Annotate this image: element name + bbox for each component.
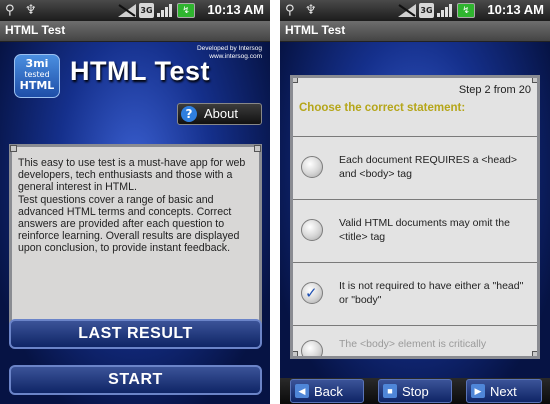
logo-brand: 3mi	[25, 57, 49, 70]
last-result-button[interactable]: LAST RESULT	[9, 319, 262, 349]
panel-corner	[10, 145, 17, 152]
signal-icon	[118, 4, 136, 17]
clock: 10:13 AM	[487, 2, 544, 17]
developer-name: Developed by Intersog	[196, 45, 262, 52]
panel-corner	[532, 78, 537, 83]
next-label: Next	[490, 384, 517, 399]
radio-icon[interactable]	[301, 340, 323, 356]
stop-label: Stop	[402, 384, 429, 399]
answer-option-2[interactable]: Valid HTML documents may omit the <title…	[293, 200, 537, 260]
status-bar: ⚲ ♆ 3G ↯ 10:13 AM	[280, 0, 550, 21]
network-3g-icon: 3G	[139, 3, 154, 18]
signal-icon	[398, 4, 416, 17]
network-3g-icon: 3G	[419, 3, 434, 18]
description-panel: This easy to use test is a must-have app…	[9, 144, 262, 341]
app-logo: 3mi tested HTML	[14, 54, 60, 98]
answer-text: Each document REQUIRES a <head> and <bod…	[339, 154, 518, 180]
home-screen: ⚲ ♆ 3G ↯ 10:13 AM HTML Test Developed by…	[0, 0, 270, 404]
stop-button[interactable]: ■ Stop	[378, 379, 452, 403]
answer-text: Valid HTML documents may omit the <title…	[339, 217, 510, 243]
answer-option-4[interactable]: The <body> element is critically	[293, 326, 537, 356]
window-title: HTML Test	[5, 23, 66, 37]
question-text: Choose the correct statement:	[299, 102, 466, 114]
app-title: HTML Test	[70, 56, 211, 86]
home-content: Developed by Intersog www.intersog.com 3…	[0, 42, 270, 404]
answer-option-3[interactable]: ✓ It is not required to have either a "h…	[293, 263, 537, 323]
back-arrow-icon: ◀	[295, 384, 309, 398]
about-label: About	[204, 106, 238, 121]
answer-text: It is not required to have either a "hea…	[339, 280, 524, 306]
answer-option-1[interactable]: Each document REQUIRES a <head> and <bod…	[293, 137, 537, 197]
cell-bars-icon	[437, 4, 452, 17]
usb-debug-icon: ♆	[305, 3, 317, 18]
answer-text: The <body> element is critically	[339, 338, 487, 350]
quiz-content: Step 2 from 20 Choose the correct statem…	[280, 42, 550, 404]
back-label: Back	[314, 384, 343, 399]
app-description: This easy to use test is a must-have app…	[18, 157, 246, 255]
window-title: HTML Test	[285, 23, 346, 37]
stop-icon: ■	[383, 384, 397, 398]
battery-icon: ↯	[457, 3, 475, 18]
clock: 10:13 AM	[207, 2, 264, 17]
about-button[interactable]: ? About	[177, 103, 262, 125]
back-button[interactable]: ◀ Back	[290, 379, 364, 403]
start-button[interactable]: START	[9, 365, 262, 395]
usb-icon: ⚲	[285, 3, 295, 18]
check-icon: ✓	[305, 284, 318, 302]
title-bar: HTML Test	[0, 21, 270, 42]
step-counter: Step 2 from 20	[458, 84, 531, 96]
navigation-bar: ◀ Back ■ Stop ▶ Next	[280, 378, 550, 404]
radio-selected-icon[interactable]: ✓	[301, 282, 323, 304]
title-bar: HTML Test	[280, 21, 550, 42]
next-arrow-icon: ▶	[471, 384, 485, 398]
panel-corner	[293, 78, 298, 83]
next-button[interactable]: ▶ Next	[466, 379, 542, 403]
usb-icon: ⚲	[5, 3, 15, 18]
usb-debug-icon: ♆	[25, 3, 37, 18]
panel-corner	[293, 351, 298, 356]
question-icon: ?	[181, 106, 197, 122]
panel-corner	[254, 145, 261, 152]
status-bar: ⚲ ♆ 3G ↯ 10:13 AM	[0, 0, 270, 21]
cell-bars-icon	[157, 4, 172, 17]
battery-icon: ↯	[177, 3, 195, 18]
quiz-screen: ⚲ ♆ 3G ↯ 10:13 AM HTML Test Step 2 from …	[280, 0, 550, 404]
question-panel: Step 2 from 20 Choose the correct statem…	[290, 75, 540, 359]
radio-icon[interactable]	[301, 219, 323, 241]
radio-icon[interactable]	[301, 156, 323, 178]
panel-corner	[532, 351, 537, 356]
logo-html: HTML	[19, 79, 55, 92]
